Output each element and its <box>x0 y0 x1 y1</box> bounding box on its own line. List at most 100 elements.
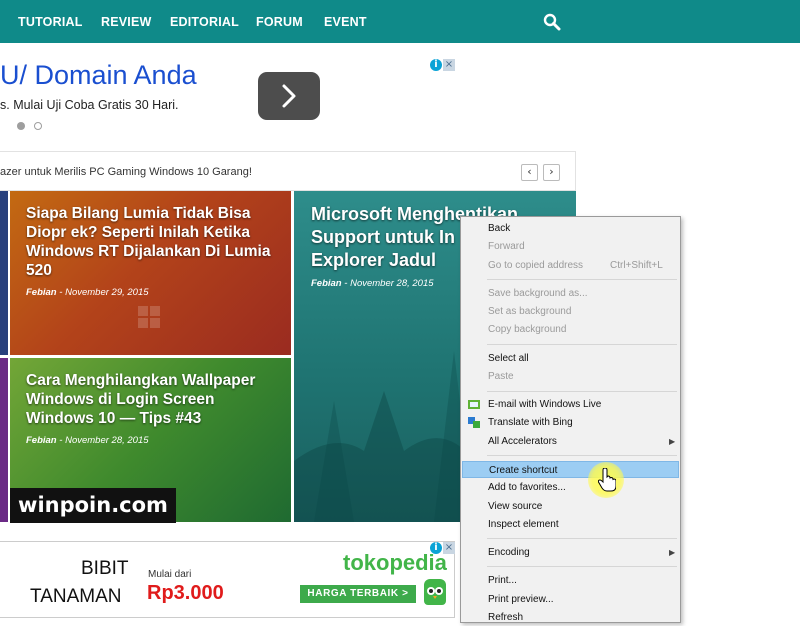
menu-item-create-shortcut[interactable]: Create shortcut <box>462 461 679 478</box>
close-icon[interactable]: × <box>443 542 455 554</box>
menu-item-print[interactable]: Print... <box>461 572 680 589</box>
nav-item-editorial[interactable]: EDITORIAL <box>170 15 239 29</box>
adchoices-badge[interactable]: i × <box>430 542 456 555</box>
menu-item-forward[interactable]: Forward <box>461 238 680 255</box>
menu-item-label: Translate with Bing <box>488 417 573 428</box>
news-ticker: azer untuk Merilis PC Gaming Windows 10 … <box>0 151 576 191</box>
menu-item-back[interactable]: Back <box>461 220 680 237</box>
chevron-right-icon <box>282 84 296 108</box>
close-icon[interactable]: × <box>443 59 455 71</box>
menu-item-label: Print preview... <box>488 594 554 605</box>
menu-item-label: Select all <box>488 353 529 364</box>
ad-price-prefix: Mulai dari <box>148 569 192 580</box>
ad-headline[interactable]: U/ Domain Anda <box>0 60 197 91</box>
menu-item-email-windows-live[interactable]: E-mail with Windows Live <box>461 396 680 413</box>
menu-item-inspect-element[interactable]: Inspect element <box>461 516 680 533</box>
article-title-line[interactable]: Explorer Jadul <box>311 249 436 272</box>
ad-line-tanaman: TANAMAN <box>30 586 122 607</box>
article-title-line[interactable]: Support untuk In <box>311 226 455 249</box>
article-title-line[interactable]: Windows 10 — Tips #43 <box>26 409 201 428</box>
ad-price: Rp3.000 <box>147 582 224 604</box>
adchoices-icon: i <box>430 542 442 554</box>
tokopedia-owl-icon <box>424 579 446 605</box>
submenu-arrow-icon: ▶ <box>669 548 676 557</box>
nav-item-tutorial[interactable]: TUTORIAL <box>18 15 83 29</box>
menu-item-label: Set as background <box>488 306 572 317</box>
article-card-lumia[interactable]: Siapa Bilang Lumia Tidak Bisa Diopr ek? … <box>10 191 291 355</box>
article-date: November 29, 2015 <box>65 287 149 298</box>
article-meta: Febian - November 28, 2015 <box>26 435 149 446</box>
tokopedia-ad[interactable]: BIBIT TANAMAN Mulai dari Rp3.000 tokoped… <box>0 541 455 618</box>
menu-item-label: Back <box>488 223 511 234</box>
menu-separator <box>487 566 677 567</box>
hand-cursor-icon <box>598 468 616 492</box>
site-watermark: winpoin.com <box>10 488 176 523</box>
menu-separator <box>487 344 677 345</box>
menu-item-encoding[interactable]: Encoding ▶ <box>461 544 680 561</box>
menu-separator <box>487 279 677 280</box>
menu-item-label: Create shortcut <box>489 465 558 476</box>
top-navigation-bar: TUTORIAL REVIEW EDITORIAL FORUM EVENT <box>0 0 800 43</box>
ad-line-bibit: BIBIT <box>81 558 129 579</box>
menu-item-label: Forward <box>488 241 525 252</box>
translate-icon <box>468 417 480 428</box>
menu-item-go-to-copied-address[interactable]: Go to copied address Ctrl+Shift+L <box>461 257 680 274</box>
submenu-arrow-icon: ▶ <box>669 437 676 446</box>
menu-item-translate-bing[interactable]: Translate with Bing <box>461 414 680 431</box>
menu-item-set-as-background[interactable]: Set as background <box>461 303 680 320</box>
context-menu: Back Forward Go to copied address Ctrl+S… <box>460 216 681 623</box>
menu-item-add-to-favorites[interactable]: Add to favorites... <box>461 479 680 496</box>
article-title-line[interactable]: Siapa Bilang Lumia Tidak Bisa <box>26 204 251 223</box>
windows-live-mail-icon <box>468 400 480 409</box>
article-title-line[interactable]: Diopr ek? Seperti Inilah Ketika <box>26 223 250 242</box>
nav-item-event[interactable]: EVENT <box>324 15 367 29</box>
menu-separator <box>487 538 677 539</box>
article-meta: Febian - November 29, 2015 <box>26 287 149 298</box>
menu-item-label: Save background as... <box>488 288 588 299</box>
shortcut-label: Ctrl+Shift+L <box>610 260 663 271</box>
article-author[interactable]: Febian <box>26 287 57 298</box>
menu-item-copy-background[interactable]: Copy background <box>461 321 680 338</box>
menu-item-label: Inspect element <box>488 519 559 530</box>
carousel-dot[interactable] <box>34 122 42 130</box>
menu-item-select-all[interactable]: Select all <box>461 350 680 367</box>
nav-item-forum[interactable]: FORUM <box>256 15 303 29</box>
menu-item-label: Add to favorites... <box>488 482 566 493</box>
menu-item-label: Print... <box>488 575 517 586</box>
ticker-headline[interactable]: azer untuk Merilis PC Gaming Windows 10 … <box>0 166 252 178</box>
ad-next-button[interactable] <box>258 72 320 120</box>
menu-item-print-preview[interactable]: Print preview... <box>461 591 680 608</box>
menu-item-label: All Accelerators <box>488 436 557 447</box>
ticker-prev-button[interactable]: ‹ <box>521 164 538 181</box>
search-icon[interactable] <box>543 13 561 31</box>
menu-separator <box>487 455 677 456</box>
ticker-next-button[interactable]: › <box>543 164 560 181</box>
menu-item-label: Paste <box>488 371 514 382</box>
article-title-line[interactable]: Windows di Login Screen <box>26 390 214 409</box>
article-author[interactable]: Febian <box>26 435 57 446</box>
article-meta: Febian - November 28, 2015 <box>311 278 434 289</box>
ad-subtitle: s. Mulai Uji Coba Gratis 30 Hari. <box>0 98 179 112</box>
carousel-dot-active[interactable] <box>17 122 25 130</box>
menu-item-label: E-mail with Windows Live <box>488 399 602 410</box>
card-edge[interactable] <box>0 191 8 355</box>
menu-item-save-background[interactable]: Save background as... <box>461 285 680 302</box>
menu-item-paste[interactable]: Paste <box>461 368 680 385</box>
ad-cta-button[interactable]: HARGA TERBAIK > <box>300 585 416 603</box>
card-edge[interactable] <box>0 358 8 522</box>
menu-item-all-accelerators[interactable]: All Accelerators ▶ <box>461 433 680 450</box>
menu-item-label: View source <box>488 501 543 512</box>
nav-item-review[interactable]: REVIEW <box>101 15 152 29</box>
article-title-line[interactable]: 520 <box>26 261 52 280</box>
menu-item-view-source[interactable]: View source <box>461 498 680 515</box>
adchoices-badge[interactable]: i × <box>430 59 456 72</box>
menu-item-label: Refresh <box>488 612 524 623</box>
menu-item-refresh[interactable]: Refresh <box>461 609 680 626</box>
article-title-line[interactable]: Windows RT Dijalankan Di Lumia <box>26 242 270 261</box>
article-date: November 28, 2015 <box>350 278 434 289</box>
menu-separator <box>487 391 677 392</box>
menu-item-label: Copy background <box>488 324 567 335</box>
menu-item-label: Go to copied address <box>488 260 584 271</box>
article-author[interactable]: Febian <box>311 278 342 289</box>
article-title-line[interactable]: Cara Menghilangkan Wallpaper <box>26 371 255 390</box>
